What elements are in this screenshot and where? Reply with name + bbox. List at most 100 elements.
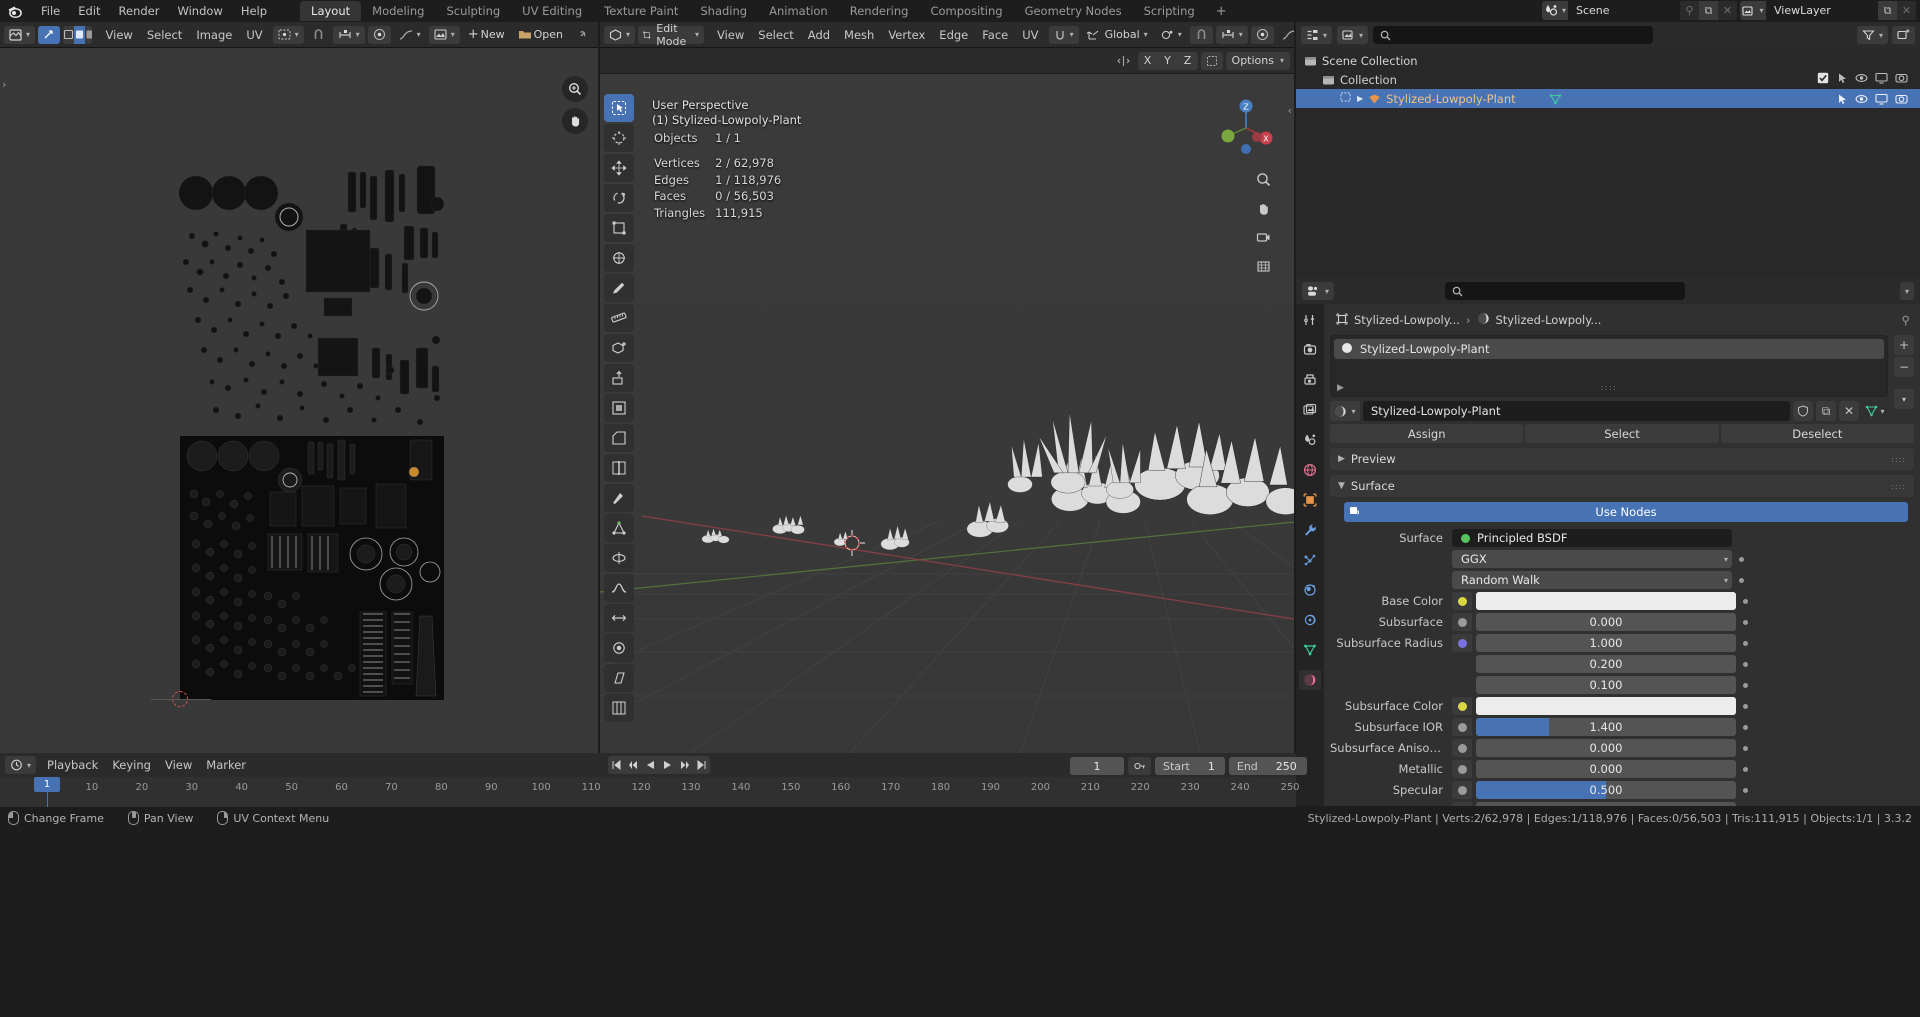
animate-dot[interactable] [1739,556,1744,562]
param-value[interactable]: 0.000 [1476,760,1736,778]
scene-name[interactable]: Scene [1568,1,1680,20]
deselect-button[interactable]: Deselect [1720,424,1914,443]
inset-tool[interactable] [604,394,634,422]
workspace-tab-shading[interactable]: Shading [689,1,758,21]
panel-grip[interactable]: :::: [1891,455,1906,464]
selectable-arrow-icon[interactable] [1836,72,1848,87]
copy-icon[interactable]: ⧉ [1699,1,1718,20]
extrude-tool[interactable] [604,364,634,392]
physics-tab[interactable] [1299,580,1321,600]
param-value[interactable] [1476,697,1736,715]
annotate-tool[interactable] [604,274,634,302]
plus-icon[interactable]: + [1894,335,1914,355]
cursor-tool[interactable] [604,124,634,152]
filter-id-icon[interactable]: ▾ [1337,26,1369,44]
viewport-menu-mesh[interactable]: Mesh [837,28,881,42]
options-dropdown[interactable]: Options ▾ [1225,51,1290,70]
add-workspace-button[interactable]: + [1206,2,1237,21]
viewport-menu-vertex[interactable]: Vertex [881,28,932,42]
shear-tool[interactable] [604,664,634,692]
jump-end-icon[interactable] [693,756,710,774]
proportional-edit-icon[interactable] [367,25,391,44]
timeline-menu-view[interactable]: View [158,758,199,772]
particles-tab[interactable] [1299,550,1321,570]
animate-dot[interactable] [1743,787,1748,793]
close-icon[interactable]: ✕ [1718,1,1737,20]
uv-menu-image[interactable]: Image [189,28,239,42]
param-value[interactable]: 1.000 [1476,634,1736,652]
param-value[interactable]: 0.500 [1476,781,1736,799]
image-icon[interactable]: ▾ [428,25,460,44]
slot-expand-arrow[interactable]: ▶ [1337,383,1344,393]
uv-editor-icon[interactable]: ▾ [4,25,36,44]
timeline-menu-marker[interactable]: Marker [199,758,253,772]
pivot-point-icon[interactable]: ▾ [1156,26,1187,44]
new-image-button[interactable]: + New [463,26,510,44]
param-value[interactable]: 0.000 [1476,802,1736,806]
viewport-menu-uv[interactable]: UV [1015,28,1045,42]
uv-sync-button[interactable] [38,25,61,44]
monitor-icon[interactable] [1875,72,1888,87]
uv-menu-select[interactable]: Select [140,28,189,42]
animate-dot[interactable] [1743,766,1748,772]
timeline-playhead[interactable]: 1 [34,777,60,792]
animate-dot[interactable] [1743,640,1748,646]
param-value[interactable]: 1.400 [1476,718,1736,736]
scene-datablock[interactable]: ▾ Scene ⚲ ⧉ ✕ [1542,1,1737,20]
param-value[interactable]: 0.000 [1476,613,1736,631]
uv-sidebar-toggle[interactable]: › [2,78,6,91]
expand-arrow-icon[interactable]: ▶ [1357,94,1363,103]
panel-grip[interactable]: :::: [1891,482,1906,491]
param-value[interactable]: 0.100 [1476,676,1736,694]
navigation-gizmo[interactable]: Z X [1216,98,1276,158]
workspace-tab-uv-editing[interactable]: UV Editing [511,1,593,21]
preview-panel-header[interactable]: ▶ Preview :::: [1330,448,1914,470]
camera-view-icon[interactable] [1250,224,1276,250]
animate-dot[interactable] [1743,745,1748,751]
scene-tab[interactable] [1299,430,1321,450]
render-tab[interactable] [1299,340,1321,360]
minus-icon[interactable]: − [1894,357,1914,377]
param-socket[interactable] [1452,634,1472,652]
play-icon[interactable] [659,756,676,774]
material-slot-item[interactable]: Stylized-Lowpoly-Plant [1334,339,1884,359]
animate-dot[interactable] [1739,577,1744,583]
animate-dot[interactable] [1743,598,1748,604]
monitor-icon[interactable] [1875,93,1888,105]
param-socket[interactable] [1452,613,1472,631]
data-tab[interactable] [1299,640,1321,660]
camera-icon[interactable] [1895,72,1908,87]
edge-slide-tool[interactable] [604,604,634,632]
mirror-icon[interactable] [1112,52,1135,70]
properties-search-input[interactable] [1445,282,1686,300]
chevron-down-icon[interactable]: ▾ [1899,282,1914,300]
current-frame-field[interactable]: 1 [1070,757,1124,775]
material-tab[interactable] [1299,670,1321,690]
browse-material-icon[interactable]: ▾ [1330,401,1360,421]
mesh-triangle-icon[interactable]: ▾ [1862,401,1888,421]
viewport-sidebar-toggle[interactable]: ‹ [1288,104,1292,117]
timeline-icon[interactable]: ▾ [5,756,37,774]
outliner-row-collection[interactable]: Collection [1296,70,1920,89]
outliner-display-icon[interactable]: ▾ [1301,26,1333,44]
outliner-row-stylized-lowpoly-plant[interactable]: ▶ Stylized-Lowpoly-Plant [1296,89,1920,108]
param-socket[interactable] [1452,760,1472,778]
end-frame-field[interactable]: End 250 [1228,757,1307,775]
surface-panel-header[interactable]: ▼ Surface :::: [1330,475,1914,497]
workspace-tab-modeling[interactable]: Modeling [361,1,435,21]
top-menu-file[interactable]: File [32,2,69,20]
outliner-row-scene-collection[interactable]: Scene Collection [1296,51,1920,70]
workspace-tab-compositing[interactable]: Compositing [919,1,1013,21]
funnel-icon[interactable]: ▾ [1856,26,1888,44]
playback-controls[interactable] [608,756,710,774]
open-image-button[interactable]: Open [513,26,568,44]
add-cube-tool[interactable] [604,334,634,362]
viewlayer-icon[interactable]: ▾ [1740,1,1766,20]
magnet-icon[interactable] [1189,25,1213,44]
orientation-icon[interactable]: Global ▾ [1082,26,1153,44]
viewlayer-name[interactable]: ViewLayer [1766,1,1878,20]
pin-icon[interactable]: ⚲ [1680,1,1699,20]
zoom-in-icon[interactable] [562,76,588,102]
measure-tool[interactable] [604,304,634,332]
uv-face-select-icon[interactable] [85,26,92,44]
